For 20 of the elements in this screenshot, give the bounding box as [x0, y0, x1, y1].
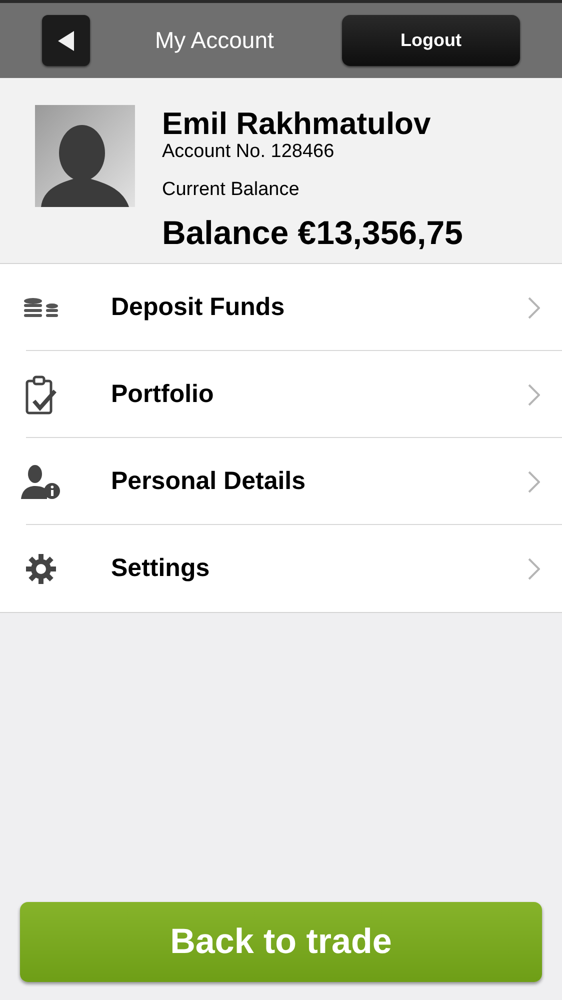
chevron-icon — [528, 296, 540, 318]
back-icon — [58, 30, 74, 50]
clipboard-check-icon — [24, 374, 56, 414]
menu-item[interactable]: Personal Details — [0, 438, 562, 525]
chevron-icon — [528, 470, 540, 492]
settings-icon — [26, 554, 56, 584]
logout-button[interactable]: Logout — [342, 15, 520, 66]
balance-amount: Balance €13,356,75 — [162, 215, 463, 251]
person-info-icon — [20, 464, 60, 498]
chevron-icon — [528, 558, 540, 580]
account-number: Account No. 128466 — [162, 141, 336, 163]
screen-title: My Account — [155, 26, 274, 56]
back-button[interactable] — [42, 15, 90, 66]
balance-label: Current Balance — [162, 179, 300, 201]
menu-item[interactable]: Portfolio — [0, 351, 562, 438]
coins-icon — [22, 298, 58, 318]
menu-item[interactable]: Deposit Funds — [0, 264, 562, 351]
chevron-icon — [528, 384, 540, 406]
account-holder-name: Emil Rakhmatulov — [162, 107, 432, 141]
menu-item[interactable]: Settings — [0, 525, 562, 612]
